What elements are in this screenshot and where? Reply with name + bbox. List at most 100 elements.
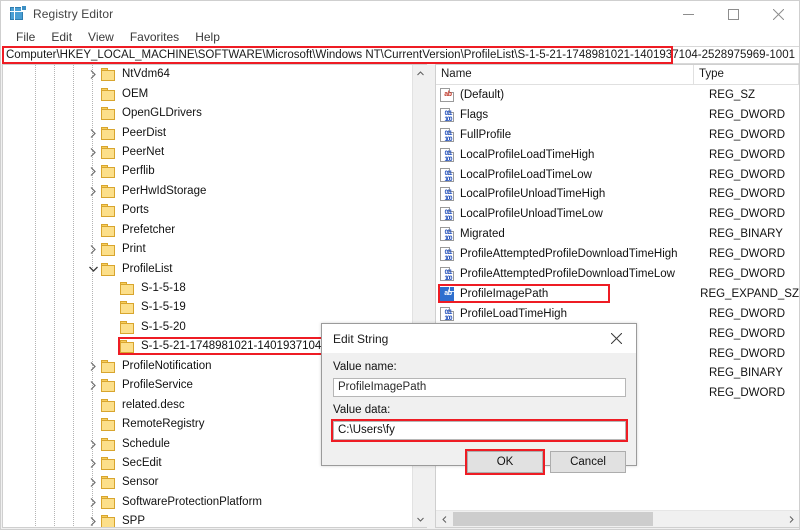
- value-row[interactable]: 011 100 Flags REG_DWORD: [436, 105, 799, 125]
- column-header-name[interactable]: Name: [436, 65, 694, 85]
- tree-item[interactable]: SoftwareProtectionPlatform: [3, 493, 413, 512]
- chevron-right-icon[interactable]: [85, 182, 101, 201]
- value-row[interactable]: 011 100 LocalProfileLoadTimeHigh REG_DWORD: [436, 145, 799, 165]
- menu-item-file[interactable]: File: [8, 29, 43, 46]
- ok-button[interactable]: OK: [467, 451, 543, 473]
- menu-item-help[interactable]: Help: [187, 29, 228, 46]
- tree-scroll-up-icon[interactable]: [413, 65, 427, 81]
- value-row[interactable]: 011 100 LocalProfileLoadTimeLow REG_DWORD: [436, 165, 799, 185]
- address-input[interactable]: Computer\HKEY_LOCAL_MACHINE\SOFTWARE\Mic…: [2, 46, 799, 64]
- dword-value-icon: 011100: [440, 227, 454, 242]
- value-row[interactable]: 011 100 ProfileAttemptedProfileDownloadTim…: [436, 264, 799, 284]
- value-name: ProfileImagePath: [460, 287, 549, 300]
- value-data-input[interactable]: C:\Users\fy: [333, 421, 626, 440]
- chevron-right-icon[interactable]: [85, 162, 101, 181]
- tree-item[interactable]: SPP: [3, 512, 413, 527]
- dialog-title: Edit String: [333, 331, 389, 346]
- values-scroll-right-icon[interactable]: [783, 511, 799, 527]
- tree-item-label: SPP: [122, 515, 146, 527]
- chevron-right-icon[interactable]: [85, 435, 101, 454]
- folder-icon: [101, 515, 116, 527]
- column-header-type[interactable]: Type: [694, 65, 799, 85]
- tree-item[interactable]: ProfileList: [3, 259, 413, 278]
- folder-icon: [101, 398, 116, 412]
- tree-item[interactable]: Print: [3, 240, 413, 259]
- tree-item-label: ProfileNotification: [122, 359, 212, 372]
- chevron-down-icon[interactable]: [85, 260, 101, 279]
- tree-item-label: PeerNet: [122, 145, 165, 158]
- value-name: LocalProfileLoadTimeLow: [460, 168, 592, 181]
- value-row[interactable]: 011 100 ProfileAttemptedProfileDownloadTim…: [436, 244, 799, 264]
- tree-item-label: Perflib: [122, 165, 155, 178]
- value-row[interactable]: 011 100 FullProfile REG_DWORD: [436, 125, 799, 145]
- tree-item[interactable]: S-1-5-18: [3, 279, 413, 298]
- values-column-header: Name Type: [436, 65, 799, 85]
- values-horizontal-scrollbar[interactable]: [436, 510, 799, 527]
- folder-icon: [101, 184, 116, 198]
- tree-item-label: S-1-5-18: [141, 282, 186, 295]
- chevron-right-icon[interactable]: [85, 493, 101, 512]
- value-row[interactable]: 011 100 ProfileLoadTimeHigh REG_DWORD: [436, 304, 799, 324]
- value-type: REG_DWORD: [709, 327, 786, 340]
- tree-expander-placeholder: [85, 396, 101, 415]
- tree-item-label: ProfileList: [122, 262, 173, 275]
- dialog-close-icon[interactable]: [596, 324, 636, 353]
- tree-item-label: PeerDist: [122, 126, 167, 139]
- values-scroll-thumb[interactable]: [453, 512, 653, 526]
- value-type: REG_BINARY: [709, 367, 783, 380]
- value-type: REG_DWORD: [709, 248, 786, 261]
- folder-icon: [101, 145, 116, 159]
- chevron-right-icon[interactable]: [85, 512, 101, 527]
- tree-item[interactable]: Sensor: [3, 473, 413, 492]
- chevron-right-icon[interactable]: [85, 376, 101, 395]
- menu-bar: File Edit View Favorites Help: [1, 27, 799, 47]
- tree-item[interactable]: Perflib: [3, 162, 413, 181]
- tree-item-label: SecEdit: [122, 456, 162, 469]
- values-scroll-left-icon[interactable]: [436, 511, 452, 527]
- folder-icon: [101, 418, 116, 432]
- value-row[interactable]: 011 100 LocalProfileUnloadTimeLow REG_DWORD: [436, 204, 799, 224]
- tree-item[interactable]: PeerNet: [3, 143, 413, 162]
- registry-editor-icon: [10, 5, 27, 22]
- tree-item-label: SoftwareProtectionPlatform: [122, 495, 262, 508]
- chevron-right-icon[interactable]: [85, 454, 101, 473]
- menu-item-favorites[interactable]: Favorites: [122, 29, 187, 46]
- value-row[interactable]: ab (Default) REG_SZ: [436, 85, 799, 105]
- value-row[interactable]: 011 100 LocalProfileUnloadTimeHigh REG_DWOR…: [436, 184, 799, 204]
- registry-editor-window: Registry Editor File Edit View Favorites Hel…: [0, 0, 800, 530]
- chevron-right-icon[interactable]: [85, 473, 101, 492]
- value-row[interactable]: 011 100 Migrated REG_BINARY: [436, 224, 799, 244]
- tree-expander-placeholder: [104, 298, 120, 317]
- value-row[interactable]: ab ProfileImagePath REG_EXPAND_SZ: [436, 283, 799, 304]
- tree-expander-placeholder: [104, 337, 120, 356]
- tree-item-label: Print: [122, 243, 146, 256]
- chevron-right-icon[interactable]: [85, 65, 101, 84]
- tree-item[interactable]: OpenGLDrivers: [3, 104, 413, 123]
- tree-item[interactable]: PeerDist: [3, 123, 413, 142]
- folder-icon: [101, 204, 116, 218]
- tree-item[interactable]: Ports: [3, 201, 413, 220]
- minimize-button[interactable]: [666, 1, 711, 27]
- tree-expander-placeholder: [85, 85, 101, 104]
- dword-value-icon: 011100: [440, 167, 454, 183]
- menu-item-view[interactable]: View: [80, 29, 122, 46]
- cancel-button[interactable]: Cancel: [550, 451, 626, 473]
- tree-item[interactable]: PerHwIdStorage: [3, 182, 413, 201]
- close-button[interactable]: [756, 1, 799, 27]
- tree-item[interactable]: NtVdm64: [3, 65, 413, 84]
- value-name: (Default): [460, 88, 505, 101]
- chevron-right-icon[interactable]: [85, 357, 101, 376]
- chevron-right-icon[interactable]: [85, 124, 101, 143]
- value-name-label: Value name:: [333, 361, 397, 373]
- tree-scroll-down-icon[interactable]: [413, 511, 427, 527]
- menu-item-edit[interactable]: Edit: [43, 29, 80, 46]
- tree-item[interactable]: OEM: [3, 84, 413, 103]
- maximize-button[interactable]: [711, 1, 756, 27]
- tree-item[interactable]: Prefetcher: [3, 221, 413, 240]
- chevron-right-icon[interactable]: [85, 240, 101, 259]
- value-name-input[interactable]: ProfileImagePath: [333, 378, 626, 397]
- tree-expander-placeholder: [104, 279, 120, 298]
- tree-item[interactable]: S-1-5-19: [3, 298, 413, 317]
- folder-icon: [101, 165, 116, 179]
- chevron-right-icon[interactable]: [85, 143, 101, 162]
